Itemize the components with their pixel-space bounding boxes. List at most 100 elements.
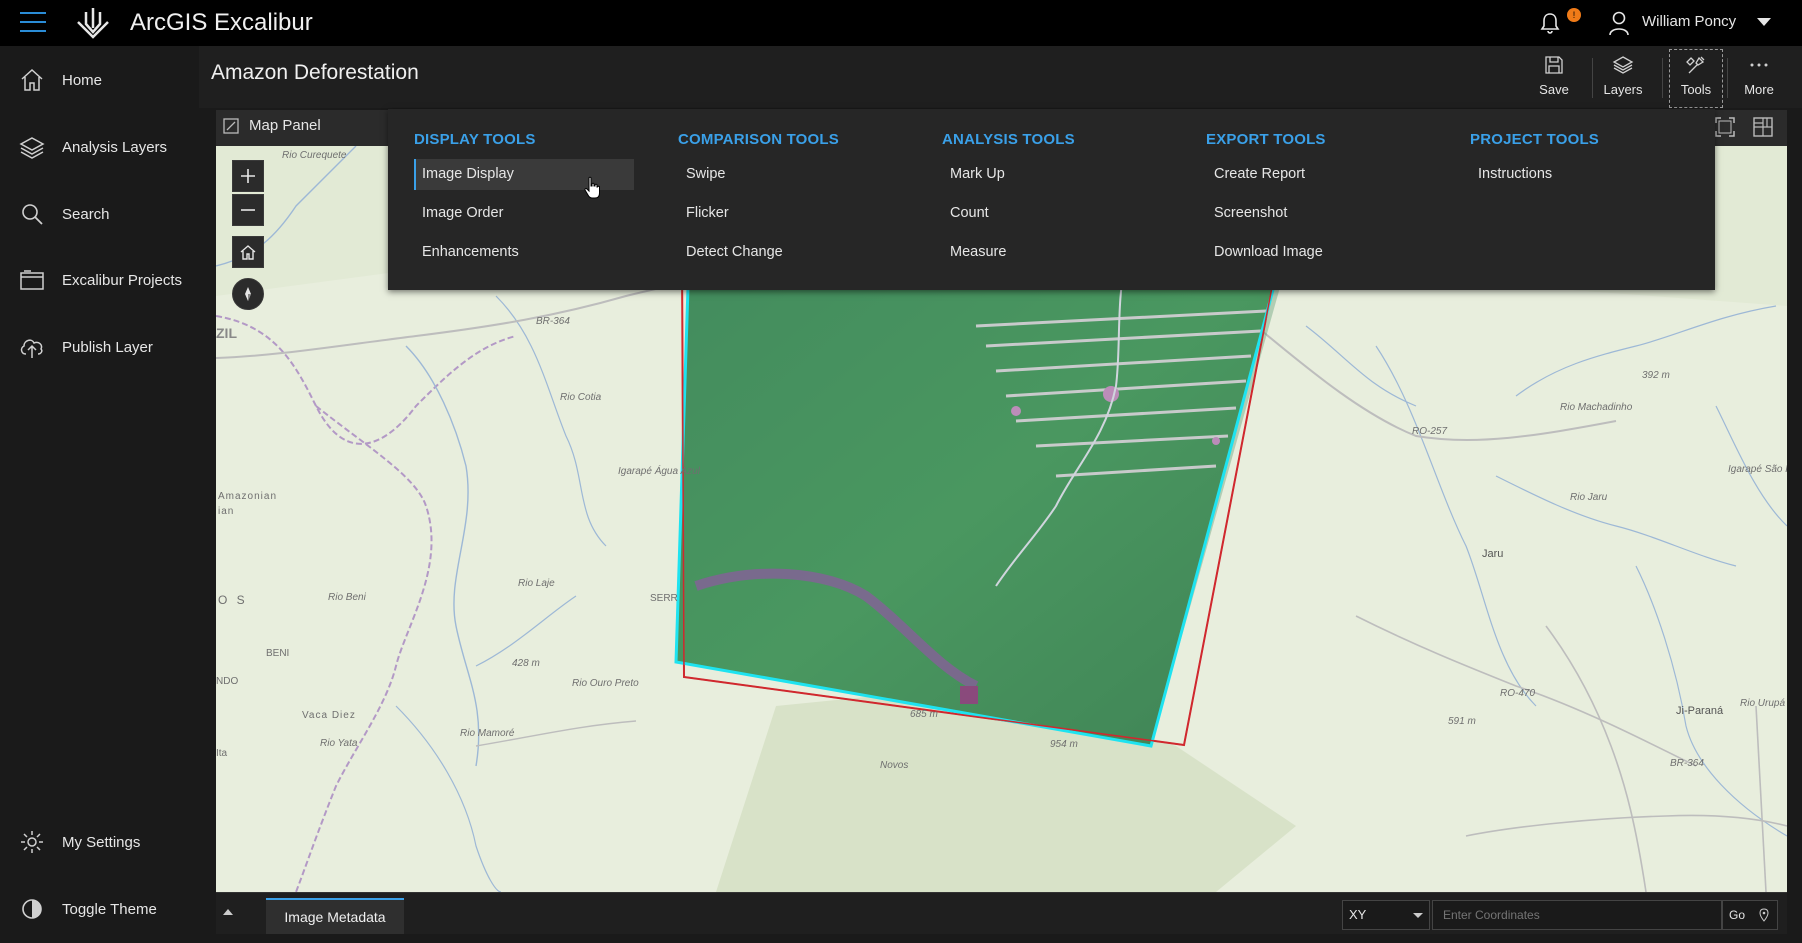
- export-tools-heading: EXPORT TOOLS: [1206, 131, 1326, 148]
- home-icon: [21, 68, 43, 91]
- more-icon: [1750, 63, 1768, 67]
- save-button[interactable]: Save: [1521, 50, 1587, 106]
- sidebar-item-home[interactable]: Home: [0, 52, 199, 108]
- sidebar-item-label: Toggle Theme: [62, 900, 157, 918]
- map-label: Rio Beni: [328, 592, 367, 603]
- sidebar-item-publish-layer[interactable]: Publish Layer: [0, 319, 199, 375]
- layers-icon: [1612, 56, 1634, 74]
- sidebar-item-label: My Settings: [62, 833, 141, 851]
- left-sidebar: Home Analysis Layers Search Excalibur Pr…: [0, 46, 199, 943]
- user-menu-caret-icon[interactable]: [1757, 18, 1771, 26]
- map-label: ZIL: [216, 325, 237, 341]
- coordinates-input[interactable]: [1432, 900, 1722, 930]
- coordinate-system-value: XY: [1349, 907, 1367, 922]
- more-button-label: More: [1744, 82, 1774, 97]
- map-label: Jaru: [1482, 548, 1503, 560]
- plus-icon: [241, 169, 255, 183]
- map-label: Rio Yata: [320, 738, 358, 749]
- menu-item-mark-up[interactable]: Mark Up: [942, 159, 1162, 190]
- go-button-label: Go: [1729, 908, 1746, 922]
- comparison-tools-heading: COMPARISON TOOLS: [678, 131, 839, 148]
- map-label: Igarapé São Pedro: [1728, 464, 1787, 475]
- display-tools-heading: DISPLAY TOOLS: [414, 131, 536, 148]
- sidebar-item-label: Home: [62, 71, 103, 89]
- map-label: Igarapé Água Azul: [618, 464, 701, 477]
- map-label: SERR: [650, 593, 678, 604]
- save-button-label: Save: [1539, 82, 1569, 97]
- menu-item-create-report[interactable]: Create Report: [1206, 159, 1426, 190]
- menu-item-swipe[interactable]: Swipe: [678, 159, 898, 190]
- menu-item-instructions[interactable]: Instructions: [1470, 159, 1690, 190]
- layers-button-label: Layers: [1603, 82, 1643, 97]
- save-icon: [1545, 56, 1563, 74]
- gear-icon: [21, 831, 43, 853]
- map-label: Rio Curequete: [282, 150, 347, 161]
- tools-button[interactable]: Tools: [1669, 49, 1723, 108]
- fullscreen-icon[interactable]: [1713, 115, 1737, 139]
- map-label: 392 m: [1642, 370, 1670, 381]
- menu-item-download-image[interactable]: Download Image: [1206, 237, 1426, 268]
- go-button[interactable]: Go: [1722, 900, 1778, 930]
- map-label: Ita: [216, 748, 228, 759]
- expand-panel-chevron-up-icon[interactable]: [223, 909, 233, 915]
- zoom-out-button[interactable]: [232, 194, 264, 226]
- compass-button[interactable]: [232, 278, 264, 310]
- sidebar-item-toggle-theme[interactable]: Toggle Theme: [0, 881, 199, 937]
- menu-item-count[interactable]: Count: [942, 198, 1162, 229]
- sidebar-item-excalibur-projects[interactable]: Excalibur Projects: [0, 252, 199, 308]
- analysis-tools-heading: ANALYSIS TOOLS: [942, 131, 1075, 148]
- contrast-icon: [22, 899, 42, 919]
- sidebar-item-label: Search: [62, 205, 110, 223]
- sidebar-item-my-settings[interactable]: My Settings: [0, 814, 199, 870]
- location-pin-icon: [1759, 908, 1769, 922]
- sidebar-item-search[interactable]: Search: [0, 186, 199, 242]
- map-label: 954 m: [1050, 739, 1078, 750]
- map-label: NDO: [216, 676, 238, 687]
- hand-pointer-cursor-icon: [584, 176, 600, 199]
- menu-item-measure[interactable]: Measure: [942, 237, 1162, 268]
- tools-icon: [1686, 56, 1705, 74]
- map-label: Rio Ouro Preto: [572, 678, 639, 689]
- map-label: Ji-Paraná: [1676, 705, 1724, 717]
- grid-layout-icon[interactable]: [1751, 115, 1775, 139]
- page-title: Amazon Deforestation: [211, 61, 419, 84]
- map-label: 428 m: [512, 658, 540, 669]
- map-label: Rio Jaru: [1570, 492, 1608, 503]
- map-label: RO-257: [1412, 426, 1447, 437]
- map-label: Amazonian: [218, 491, 277, 502]
- layers-button[interactable]: Layers: [1590, 50, 1656, 106]
- sidebar-item-label: Excalibur Projects: [62, 271, 183, 289]
- user-name[interactable]: William Poncy: [1642, 13, 1736, 30]
- menu-item-image-display[interactable]: Image Display: [414, 159, 634, 190]
- map-label: O S: [218, 593, 248, 607]
- search-icon: [22, 204, 43, 225]
- menu-item-flicker[interactable]: Flicker: [678, 198, 898, 229]
- map-label: Vaca Diez: [302, 710, 356, 721]
- map-label: Rio Mamoré: [460, 728, 515, 739]
- map-label: 591 m: [1448, 716, 1476, 727]
- map-panel-icon: [223, 118, 239, 134]
- tab-image-metadata[interactable]: Image Metadata: [266, 898, 404, 934]
- zoom-in-button[interactable]: [232, 160, 264, 192]
- menu-item-detect-change[interactable]: Detect Change: [678, 237, 898, 268]
- map-label: Novos: [880, 760, 908, 771]
- hamburger-menu-icon[interactable]: [20, 12, 46, 34]
- more-button[interactable]: More: [1726, 50, 1792, 106]
- menu-item-screenshot[interactable]: Screenshot: [1206, 198, 1426, 229]
- sidebar-item-label: Publish Layer: [62, 338, 153, 356]
- user-avatar-icon[interactable]: [1608, 10, 1630, 36]
- tools-button-label: Tools: [1680, 82, 1712, 97]
- map-label: BENI: [266, 648, 289, 659]
- sidebar-item-analysis-layers[interactable]: Analysis Layers: [0, 119, 199, 175]
- coordinate-system-select[interactable]: XY: [1342, 900, 1430, 930]
- sidebar-item-label: Analysis Layers: [62, 138, 168, 156]
- layers-icon: [19, 137, 45, 159]
- home-extent-button[interactable]: [232, 236, 264, 268]
- map-label: BR-364: [536, 316, 570, 327]
- menu-item-image-order[interactable]: Image Order: [414, 198, 634, 229]
- toolbar-divider: [1662, 58, 1663, 98]
- map-label: BR-364: [1670, 758, 1704, 769]
- map-panel-title: Map Panel: [249, 117, 321, 134]
- menu-item-enhancements[interactable]: Enhancements: [414, 237, 634, 268]
- notifications-bell-icon[interactable]: [1538, 11, 1562, 35]
